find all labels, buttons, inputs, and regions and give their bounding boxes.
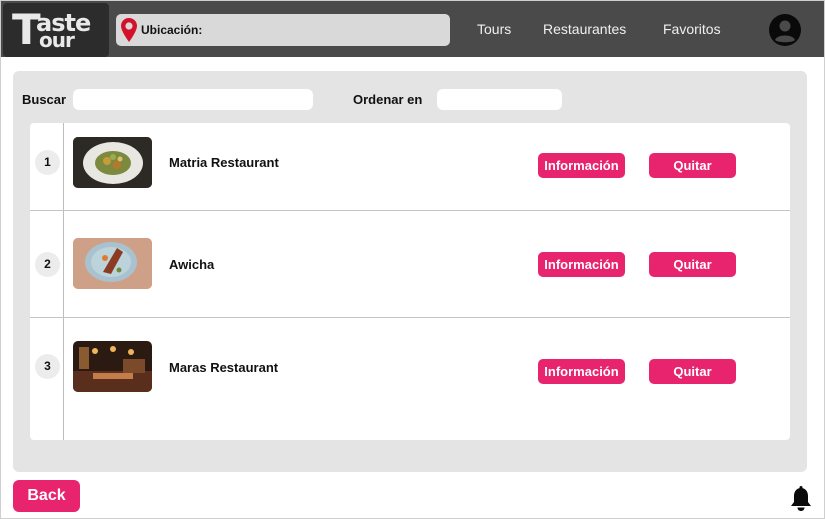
info-button[interactable]: Información xyxy=(538,359,625,384)
nav-favorites[interactable]: Favoritos xyxy=(663,21,721,37)
restaurant-name: Matria Restaurant xyxy=(169,155,279,170)
restaurant-name: Maras Restaurant xyxy=(169,360,279,375)
taste-tour-logo[interactable]: T aste our xyxy=(3,3,109,57)
logo-line-2: our xyxy=(39,28,75,52)
remove-button[interactable]: Quitar xyxy=(649,359,736,384)
location-label: Ubicación: xyxy=(141,23,203,37)
rank-number: 1 xyxy=(35,150,60,175)
info-button[interactable]: Información xyxy=(538,153,625,178)
list-item: 3 Maras Restaurant Información Quitar xyxy=(30,318,790,405)
remove-button[interactable]: Quitar xyxy=(649,153,736,178)
sort-label: Ordenar en xyxy=(353,92,423,107)
user-avatar-icon[interactable] xyxy=(768,13,802,47)
rank-number: 3 xyxy=(35,354,60,379)
list-item: 2 Awicha Información Quitar xyxy=(30,211,790,298)
sort-select[interactable] xyxy=(437,89,562,110)
rank-number: 2 xyxy=(35,252,60,277)
search-input[interactable] xyxy=(73,89,313,110)
restaurant-photo[interactable] xyxy=(73,137,152,188)
restaurant-photo[interactable] xyxy=(73,341,152,392)
search-label: Buscar xyxy=(22,92,67,107)
restaurant-photo[interactable] xyxy=(73,238,152,289)
nav-restaurants[interactable]: Restaurantes xyxy=(543,21,626,37)
back-button[interactable]: Back xyxy=(13,480,80,512)
location-field[interactable]: Ubicación: xyxy=(116,14,450,46)
nav-tours[interactable]: Tours xyxy=(477,21,511,37)
top-bar: T aste our Ubicación: Tours Restaurantes… xyxy=(1,1,824,57)
info-button[interactable]: Información xyxy=(538,252,625,277)
restaurant-name: Awicha xyxy=(169,257,215,272)
remove-button[interactable]: Quitar xyxy=(649,252,736,277)
list-item: 1 Matria Restaurant Información Quitar xyxy=(30,123,790,210)
bell-icon[interactable] xyxy=(789,486,813,512)
map-pin-icon xyxy=(121,18,137,42)
restaurant-list: 1 Matria Restaurant Información Quitar 2 xyxy=(30,123,790,440)
